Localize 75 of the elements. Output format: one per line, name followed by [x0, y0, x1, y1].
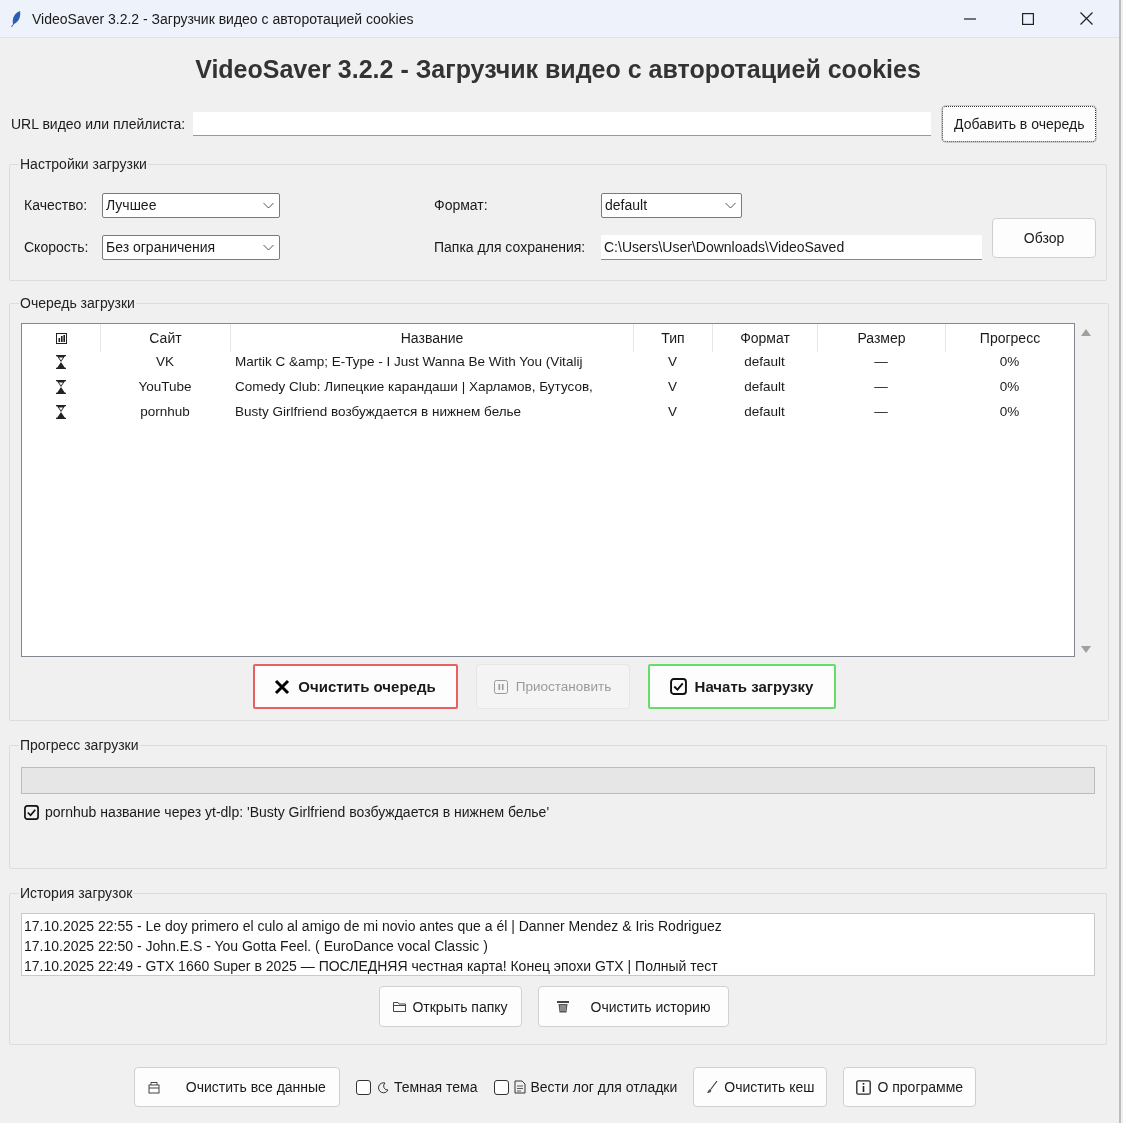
dropdown[interactable]: Без ограничения — [102, 234, 280, 260]
table-cell-text: — — [873, 378, 889, 396]
moon-icon — [375, 1080, 389, 1094]
table-cell-text: V — [667, 353, 678, 371]
hourglass-icon — [56, 354, 66, 369]
add-to-queue-button[interactable]: Добавить в очередь — [942, 106, 1097, 142]
group-title: Прогресс загрузки — [20, 737, 139, 753]
column-header[interactable]: Формат — [712, 324, 817, 352]
column-header[interactable]: Тип — [633, 324, 712, 352]
table-cell-text: V — [667, 378, 678, 396]
history-entry[interactable]: 17.10.2025 22:55 - Le doy primero el culo al amigo de mi novio antes que a él | Danner Mendez & Iris Rodriguez — [24, 916, 1092, 936]
window-title: VideoSaver 3.2.2 - Загрузчик видео с авторотацией cookies — [32, 10, 415, 27]
footer-button[interactable]: Очистить все данные — [133, 1067, 340, 1107]
group-title: Очередь загрузки — [20, 295, 135, 311]
start-download-button[interactable]: Начать загрузку — [647, 664, 836, 709]
open-folder-button[interactable]: Открыть папку — [379, 986, 522, 1027]
checkbox-icon — [669, 678, 687, 695]
checkbox[interactable] — [493, 1079, 509, 1095]
checkbox[interactable] — [355, 1079, 371, 1095]
url-label: URL видео или плейлиста: — [11, 116, 186, 132]
pause-icon — [493, 679, 508, 694]
folder-path-field[interactable]: C:\Users\User\Downloads\VideoSaved — [601, 234, 982, 260]
hourglass-icon — [56, 379, 66, 394]
table-cell-text: Busty Girlfriend возбуждается в нижнем белье — [234, 403, 523, 421]
group-title: История загрузок — [20, 885, 133, 901]
table-cell-text: default — [743, 378, 786, 396]
table-cell-text: Comedy Club: Липецкие карандаши | Харламов, Бутусов, — [234, 378, 594, 396]
table-cell-text: YouTube — [137, 378, 193, 396]
footer-button[interactable]: О программе — [843, 1067, 977, 1107]
hourglass-icon — [56, 404, 66, 419]
table-cell-text: — — [873, 353, 889, 371]
table-cell-text: 0% — [998, 403, 1021, 421]
check-icon — [24, 804, 39, 820]
table-cell-text: VK — [155, 353, 175, 371]
folder-icon — [393, 1001, 407, 1012]
dropdown[interactable]: default — [601, 192, 742, 218]
close-icon — [274, 678, 291, 695]
footer-button[interactable]: Очистить кеш — [693, 1067, 828, 1107]
minimize-icon[interactable] — [964, 17, 976, 20]
checkbox-label: Вести лог для отладки — [530, 1079, 678, 1095]
app-heading: VideoSaver 3.2.2 - Загрузчик видео с авторотацией cookies — [194, 53, 922, 85]
table-cell-text: — — [873, 403, 889, 421]
column-header[interactable]: Размер — [817, 324, 945, 352]
history-entry[interactable]: 17.10.2025 22:50 - John.E.S - You Gotta Feel. ( EuroDance vocal Classic ) — [24, 936, 1092, 956]
chart-icon — [55, 332, 67, 344]
table-cell-text: V — [667, 403, 678, 421]
table-cell-text: 0% — [998, 378, 1021, 396]
field-label: Качество: — [24, 197, 89, 213]
info-icon — [856, 1079, 872, 1095]
column-header[interactable]: Сайт — [100, 324, 230, 352]
table-cell-text: 0% — [998, 353, 1021, 371]
trash-icon — [556, 1000, 569, 1013]
history-entry[interactable]: 17.10.2025 22:49 - GTX 1660 Super в 2025 — ПОСЛЕДНЯЯ честная карта! Конец эпохи GTX | Полный тест — [24, 956, 1092, 976]
url-field[interactable] — [193, 112, 932, 136]
table-cell-text: default — [743, 353, 786, 371]
status-text: pornhub название через yt-dlp: 'Busty Girlfriend возбуждается в нижнем белье' — [45, 804, 550, 820]
dropdown[interactable]: Лучшее — [102, 192, 280, 218]
column-header[interactable]: Название — [230, 324, 633, 352]
brush-icon — [706, 1080, 719, 1094]
close-icon[interactable] — [1079, 12, 1093, 25]
browse-button[interactable]: Обзор — [992, 218, 1096, 258]
field-label: Папка для сохранения: — [434, 239, 586, 255]
clear-history-button[interactable]: Очистить историю — [538, 986, 729, 1027]
field-label: Скорость: — [24, 239, 90, 255]
column-header[interactable]: Прогресс — [945, 324, 1074, 352]
maximize-icon[interactable] — [1022, 12, 1034, 25]
table-cell-text: Martik C &amp; E-Type - I Just Wanna Be With You (Vitalij — [234, 353, 584, 371]
feather-icon — [10, 9, 22, 28]
group-title: Настройки загрузки — [20, 156, 147, 172]
clear-queue-button[interactable]: Очистить очередь — [252, 664, 458, 709]
table-cell-text: pornhub — [139, 403, 191, 421]
checkbox-label: Темная тема — [393, 1079, 478, 1095]
table-cell-text: default — [743, 403, 786, 421]
document-icon — [513, 1080, 526, 1094]
field-label: Формат: — [434, 197, 488, 213]
